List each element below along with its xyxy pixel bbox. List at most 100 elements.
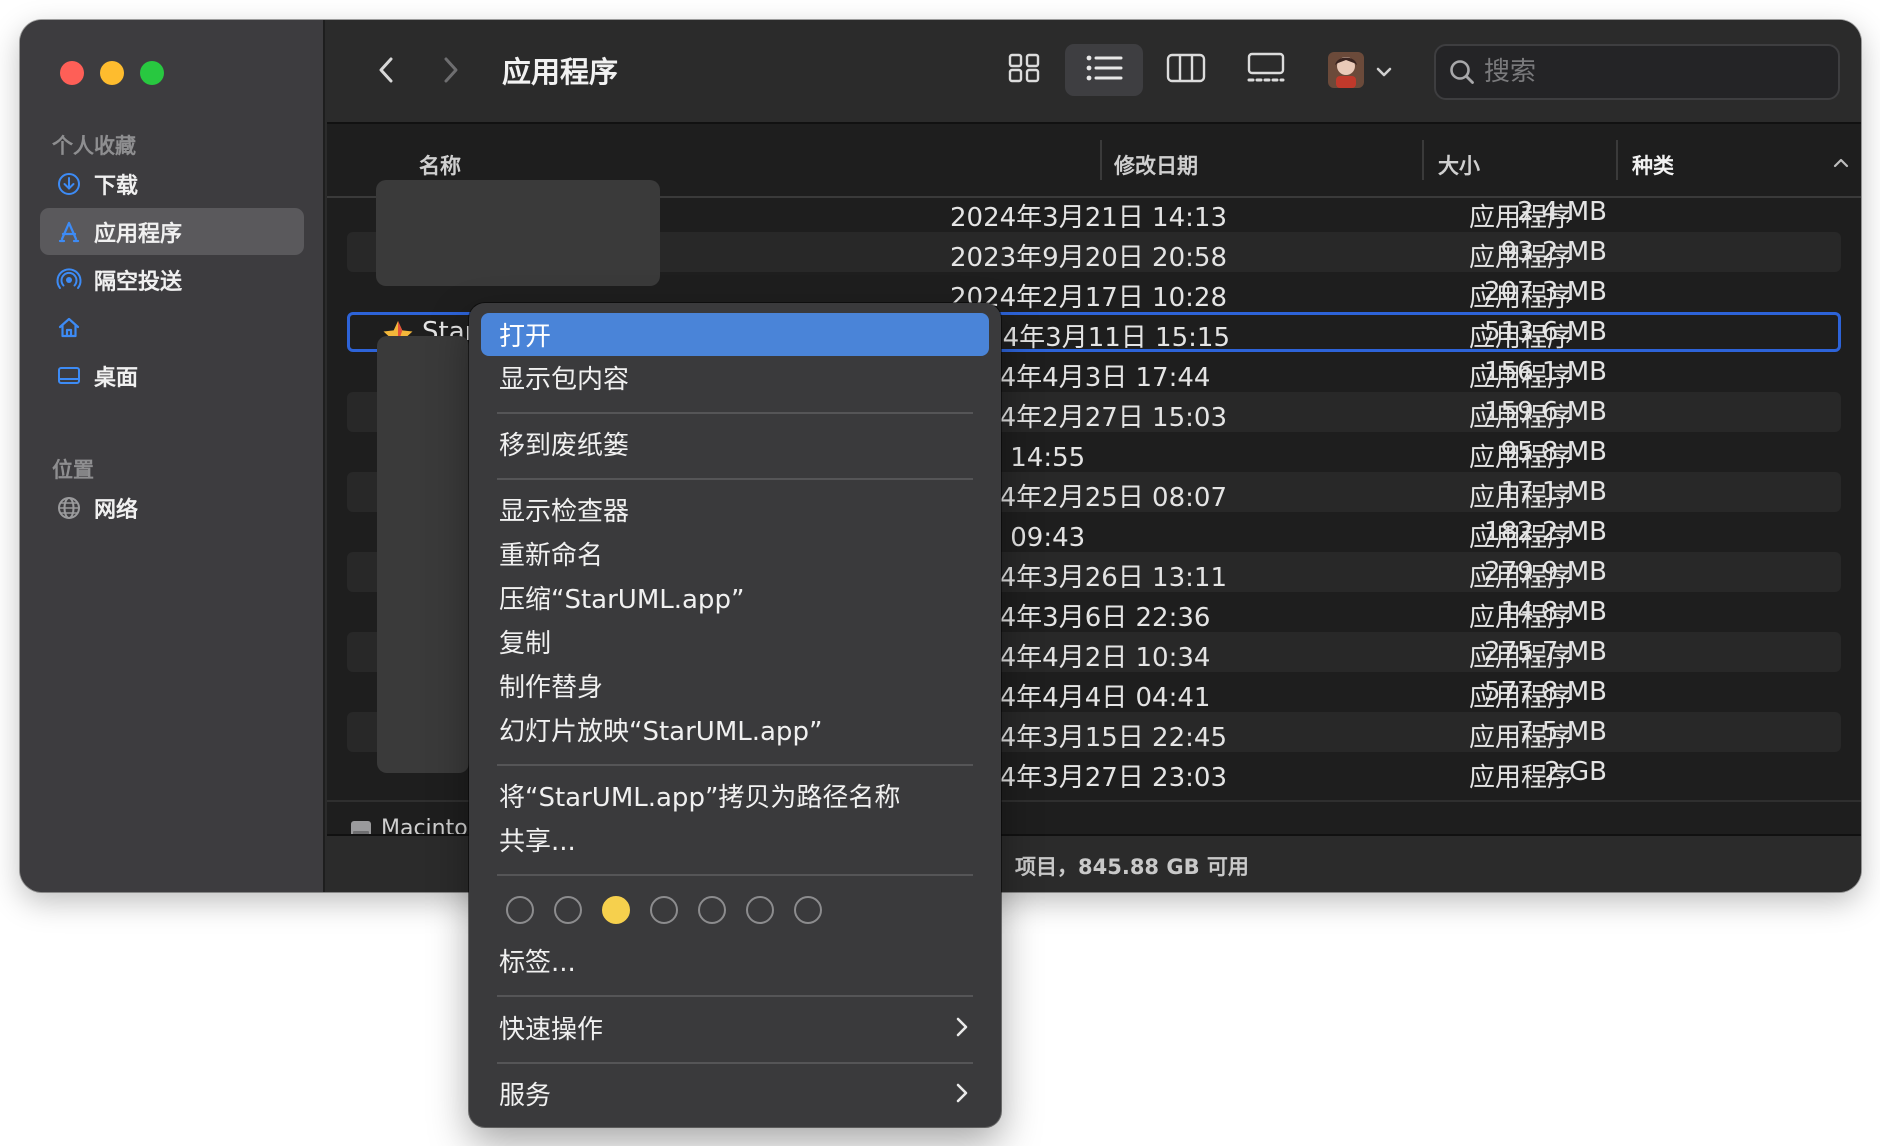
kind-cell: 应用程序 — [1469, 283, 1574, 313]
sort-ascending-icon — [1832, 154, 1850, 173]
forward-button[interactable] — [430, 50, 470, 90]
kind-cell: 应用程序 — [1469, 323, 1574, 353]
kind-cell: 应用程序 — [1469, 363, 1574, 393]
window-title: 应用程序 — [502, 55, 619, 89]
desktop-icon — [54, 363, 84, 389]
app-thumbnail-icon — [1327, 51, 1365, 93]
context-menu: 打开 显示包内容 移到废纸篓 显示检查器 重新命名 压缩“StarUML.app… — [469, 303, 1001, 1127]
sidebar: 个人收藏 下载 应用程序 隔空投送 桌面 位置 网络 — [20, 20, 325, 892]
tag-color-none[interactable] — [746, 896, 774, 924]
tag-color-none[interactable] — [554, 896, 582, 924]
sidebar-item-label: 网络 — [94, 497, 139, 523]
redacted-region — [377, 336, 469, 773]
column-name-header[interactable]: 名称 — [419, 150, 461, 180]
menu-item-rename[interactable]: 重新命名 — [481, 532, 989, 575]
tag-color-none[interactable] — [698, 896, 726, 924]
kind-cell: 应用程序 — [1469, 683, 1574, 713]
column-divider[interactable] — [1100, 140, 1102, 180]
toolbar: 应用程序 — [327, 20, 1861, 124]
chevron-right-icon — [955, 1081, 969, 1111]
grid-icon — [1007, 53, 1041, 87]
airdrop-icon — [54, 267, 84, 293]
redacted-region — [376, 180, 660, 286]
kind-cell: 应用程序 — [1469, 723, 1574, 753]
kind-cell: 应用程序 — [1469, 523, 1574, 553]
tag-color-none[interactable] — [794, 896, 822, 924]
kind-cell: 应用程序 — [1469, 763, 1574, 793]
sidebar-item-network[interactable]: 网络 — [40, 484, 304, 531]
apps-icon — [54, 219, 84, 245]
search-input[interactable] — [1484, 57, 1804, 87]
menu-item-move-to-trash[interactable]: 移到废纸篓 — [481, 422, 989, 465]
kind-cell: 应用程序 — [1469, 483, 1574, 513]
group-by-menu-button[interactable] — [1327, 50, 1407, 94]
zoom-window-button[interactable] — [140, 61, 164, 85]
columns-icon — [1166, 53, 1206, 87]
status-text: 项目，845.88 GB 可用 — [1015, 855, 1249, 879]
column-divider[interactable] — [1616, 140, 1618, 180]
menu-item-duplicate[interactable]: 复制 — [481, 620, 989, 663]
tag-color-none[interactable] — [506, 896, 534, 924]
gallery-view-button[interactable] — [1227, 44, 1305, 96]
sidebar-item-label: 下载 — [94, 173, 139, 199]
menu-item-compress[interactable]: 压缩“StarUML.app” — [481, 576, 989, 619]
kind-cell: 应用程序 — [1469, 243, 1574, 273]
locations-heading: 位置 — [52, 458, 94, 482]
tag-color-yellow[interactable] — [602, 896, 630, 924]
sidebar-item-airdrop[interactable]: 隔空投送 — [40, 256, 304, 303]
sidebar-item-home[interactable] — [40, 304, 304, 351]
menu-item-show-package-contents[interactable]: 显示包内容 — [481, 356, 989, 399]
menu-item-tags[interactable]: 标签... — [481, 939, 989, 982]
icon-view-button[interactable] — [985, 44, 1063, 96]
sidebar-item-label: 桌面 — [94, 365, 139, 391]
network-icon — [54, 495, 84, 521]
kind-cell: 应用程序 — [1469, 203, 1574, 233]
sidebar-item-label: 应用程序 — [94, 221, 183, 247]
chevron-down-icon — [1375, 63, 1393, 82]
menu-separator — [497, 1062, 973, 1064]
menu-item-show-inspector[interactable]: 显示检查器 — [481, 488, 989, 531]
close-window-button[interactable] — [60, 61, 84, 85]
column-date-header[interactable]: 修改日期 — [1114, 150, 1198, 180]
kind-cell: 应用程序 — [1469, 563, 1574, 593]
list-view-button[interactable] — [1065, 44, 1143, 96]
menu-item-quick-actions[interactable]: 快速操作 — [481, 1006, 989, 1049]
kind-cell: 应用程序 — [1469, 643, 1574, 673]
column-size-header[interactable]: 大小 — [1438, 150, 1480, 180]
menu-item-share[interactable]: 共享... — [481, 818, 989, 861]
menu-item-slideshow[interactable]: 幻灯片放映“StarUML.app” — [481, 708, 989, 751]
menu-separator — [497, 764, 973, 766]
download-icon — [54, 172, 84, 196]
search-field[interactable] — [1434, 44, 1840, 100]
kind-cell: 应用程序 — [1469, 403, 1574, 433]
back-button[interactable] — [367, 50, 407, 90]
menu-item-make-alias[interactable]: 制作替身 — [481, 664, 989, 707]
column-divider[interactable] — [1422, 140, 1424, 180]
search-icon — [1448, 58, 1476, 86]
menu-item-label: 服务 — [499, 1081, 552, 1111]
menu-item-services[interactable]: 服务 — [481, 1072, 989, 1115]
menu-item-open[interactable]: 打开 — [481, 313, 989, 356]
column-view-button[interactable] — [1147, 44, 1225, 96]
menu-separator — [497, 874, 973, 876]
date-cell: 2023年9月20日 20:58 — [950, 243, 1227, 273]
favorites-heading: 个人收藏 — [52, 134, 136, 158]
date-cell: 2024年3月21日 14:13 — [950, 203, 1227, 233]
list-icon — [1085, 53, 1123, 87]
minimize-window-button[interactable] — [100, 61, 124, 85]
sidebar-item-downloads[interactable]: 下载 — [40, 160, 304, 207]
tag-color-none[interactable] — [650, 896, 678, 924]
home-icon — [54, 315, 84, 341]
sidebar-item-applications[interactable]: 应用程序 — [40, 208, 304, 255]
column-kind-header[interactable]: 种类 — [1632, 150, 1674, 180]
menu-item-label: 快速操作 — [499, 1015, 604, 1045]
menu-separator — [497, 478, 973, 480]
menu-separator — [497, 412, 973, 414]
kind-cell: 应用程序 — [1469, 603, 1574, 633]
sidebar-item-desktop[interactable]: 桌面 — [40, 352, 304, 399]
menu-item-copy-as-pathname[interactable]: 将“StarUML.app”拷贝为路径名称 — [481, 774, 989, 817]
sidebar-item-label: 隔空投送 — [94, 269, 183, 295]
kind-cell: 应用程序 — [1469, 443, 1574, 473]
gallery-icon — [1246, 52, 1286, 88]
chevron-right-icon — [955, 1015, 969, 1045]
